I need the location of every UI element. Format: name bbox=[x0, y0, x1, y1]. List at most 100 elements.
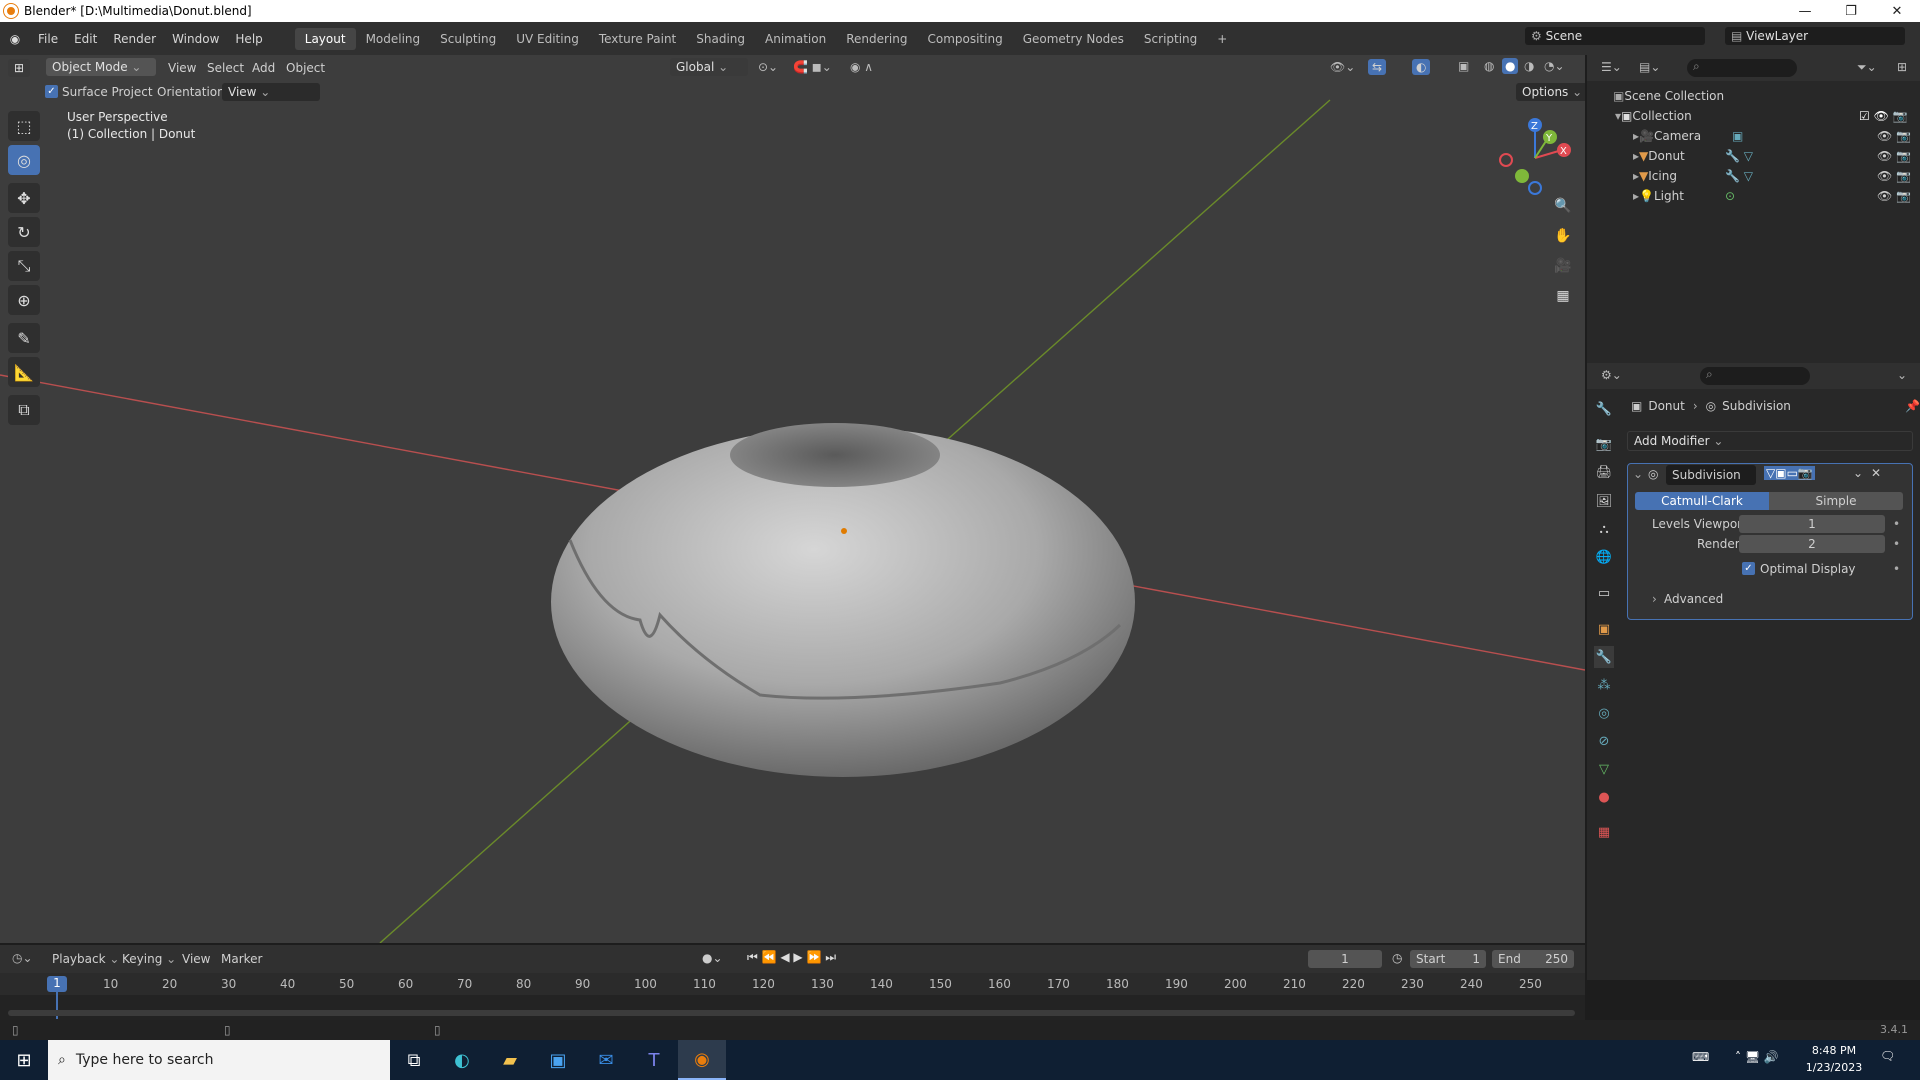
wireframe-shading-icon[interactable]: ◍ bbox=[1484, 59, 1494, 73]
keyframe-dot-icon[interactable]: • bbox=[1893, 517, 1900, 531]
zoom-icon[interactable]: 🔍 bbox=[1550, 193, 1576, 219]
tab-animation[interactable]: Animation bbox=[755, 28, 836, 50]
ortho-grid-icon[interactable]: ▦ bbox=[1550, 283, 1576, 309]
levels-viewport-field[interactable]: 1 bbox=[1739, 515, 1885, 533]
camera-visibility-icon[interactable]: 👁 📷 bbox=[1877, 129, 1911, 143]
tab-rendering[interactable]: Rendering bbox=[836, 28, 917, 50]
render-tab-icon[interactable]: 📷 bbox=[1594, 433, 1614, 455]
particles-tab-icon[interactable]: ⁂ bbox=[1594, 674, 1614, 696]
collection-tab-icon[interactable]: ▭ bbox=[1594, 582, 1614, 604]
object-mode-dropdown[interactable]: Object Mode bbox=[46, 58, 156, 76]
start-frame-field[interactable]: Start 1 bbox=[1410, 950, 1486, 968]
keyboard-icon[interactable]: ⌨ bbox=[1692, 1050, 1709, 1064]
tab-texture-paint[interactable]: Texture Paint bbox=[589, 28, 686, 50]
menu-edit[interactable]: Edit bbox=[66, 32, 105, 46]
record-icon[interactable]: ●⌄ bbox=[702, 951, 723, 965]
modifier-name-field[interactable]: Subdivision bbox=[1666, 465, 1756, 485]
add-workspace-icon[interactable]: + bbox=[1207, 28, 1237, 50]
current-frame-field[interactable]: 1 bbox=[1308, 950, 1382, 968]
clock-time[interactable]: 8:48 PM bbox=[1808, 1044, 1860, 1057]
visibility-icon[interactable]: 👁⌄ bbox=[1330, 60, 1355, 74]
world-tab-icon[interactable]: 🌐 bbox=[1594, 546, 1614, 568]
pivot-point-icon[interactable]: ⊙⌄ bbox=[758, 60, 778, 74]
output-tab-icon[interactable]: 🖨 bbox=[1594, 461, 1614, 483]
view-layer-tab-icon[interactable]: 🖼 bbox=[1594, 490, 1614, 512]
menu-help[interactable]: Help bbox=[227, 32, 270, 46]
tab-layout[interactable]: Layout bbox=[294, 27, 356, 50]
menu-view[interactable]: View bbox=[168, 61, 196, 75]
modifier-tab-icon[interactable]: 🔧 bbox=[1594, 646, 1614, 668]
outliner-row-light[interactable]: ▸ 💡 Light ⊙ 👁 📷 bbox=[1587, 186, 1920, 206]
taskbar-search-box[interactable]: ⌕ Type here to search bbox=[48, 1040, 390, 1080]
task-view-icon[interactable]: ⧉ bbox=[390, 1040, 438, 1080]
editor-type-icon[interactable]: ⊞ bbox=[8, 59, 31, 77]
new-collection-icon[interactable]: ⊞ bbox=[1897, 60, 1907, 74]
navigation-gizmo[interactable]: Z X Y bbox=[1490, 113, 1580, 203]
render-levels-field[interactable]: 2 bbox=[1739, 535, 1885, 553]
store-icon[interactable]: ▣ bbox=[534, 1040, 582, 1080]
pin-icon[interactable]: 📌 bbox=[1905, 399, 1920, 413]
view-menu[interactable]: View bbox=[182, 952, 210, 966]
outliner-row-scene-collection[interactable]: ▣ Scene Collection bbox=[1587, 86, 1920, 106]
outliner-row-icing[interactable]: ▸ ▼ Icing 🔧 ▽ 👁 📷 bbox=[1587, 166, 1920, 186]
tab-compositing[interactable]: Compositing bbox=[917, 28, 1012, 50]
scale-tool-icon[interactable]: ⤡ bbox=[8, 251, 40, 281]
expand-arrow-icon[interactable]: › bbox=[1652, 592, 1657, 606]
proportional-edit-icon[interactable]: ◉ ∧ bbox=[850, 60, 873, 74]
menu-window[interactable]: Window bbox=[164, 32, 227, 46]
keyframe-dot-icon[interactable]: • bbox=[1893, 537, 1900, 551]
data-tab-icon[interactable]: ▽ bbox=[1594, 758, 1614, 780]
menu-file[interactable]: File bbox=[30, 32, 66, 46]
object-tab-icon[interactable]: ▣ bbox=[1594, 618, 1614, 640]
transform-tool-icon[interactable]: ⊕ bbox=[8, 285, 40, 315]
close-icon[interactable]: ✕ bbox=[1874, 0, 1920, 22]
xray-icon[interactable]: ▣ bbox=[1458, 59, 1469, 73]
tab-uv-editing[interactable]: UV Editing bbox=[506, 28, 589, 50]
add-cube-tool-icon[interactable]: ⧉ bbox=[8, 395, 40, 425]
solid-shading-icon[interactable]: ● bbox=[1502, 58, 1519, 74]
overlays-icon[interactable]: ◐ bbox=[1412, 59, 1431, 75]
pan-hand-icon[interactable]: ✋ bbox=[1550, 223, 1576, 249]
edge-icon[interactable]: ◐ bbox=[438, 1040, 486, 1080]
minimize-icon[interactable]: — bbox=[1782, 0, 1828, 22]
marker-menu[interactable]: Marker bbox=[221, 952, 262, 966]
modifier-dropdown-icon[interactable]: ⌄ bbox=[1853, 466, 1863, 480]
3d-viewport[interactable]: ⊞ Object Mode View Select Add Object Glo… bbox=[0, 55, 1585, 943]
tab-sculpting[interactable]: Sculpting bbox=[430, 28, 506, 50]
on-cage-icon[interactable]: ▽▣▭📷 bbox=[1764, 466, 1815, 480]
keying-menu[interactable]: Keying bbox=[122, 952, 176, 966]
teams-icon[interactable]: T bbox=[630, 1040, 678, 1080]
blender-menu-icon[interactable]: ◉ bbox=[0, 32, 30, 46]
display-mode-icon[interactable]: ▤⌄ bbox=[1639, 60, 1660, 74]
menu-select[interactable]: Select bbox=[207, 61, 244, 75]
collapse-arrow-icon[interactable]: ⌄ bbox=[1633, 467, 1643, 481]
annotate-tool-icon[interactable]: ✎ bbox=[8, 323, 40, 353]
catmull-clark-button[interactable]: Catmull-Clark bbox=[1635, 492, 1769, 510]
light-visibility-icon[interactable]: 👁 📷 bbox=[1877, 189, 1911, 203]
select-box-tool-icon[interactable]: ⬚ bbox=[8, 111, 40, 141]
tab-geometry-nodes[interactable]: Geometry Nodes bbox=[1013, 28, 1134, 50]
orientation-dropdown[interactable]: View bbox=[222, 83, 320, 101]
tab-shading[interactable]: Shading bbox=[686, 28, 755, 50]
timeline-editor-icon[interactable]: ◷⌄ bbox=[12, 951, 33, 965]
clock-date[interactable]: 1/23/2023 bbox=[1803, 1061, 1865, 1074]
timeline-scrollbar[interactable] bbox=[8, 1010, 1575, 1016]
properties-search[interactable]: ⌕ bbox=[1700, 367, 1810, 385]
remove-modifier-icon[interactable]: ✕ bbox=[1871, 466, 1881, 480]
notifications-icon[interactable]: 🗨 bbox=[1880, 1049, 1895, 1063]
clock-icon[interactable]: ◷ bbox=[1392, 951, 1402, 965]
measure-tool-icon[interactable]: 📐 bbox=[8, 357, 40, 387]
icing-visibility-icon[interactable]: 👁 📷 bbox=[1877, 169, 1911, 183]
tool-tab-icon[interactable]: 🔧 bbox=[1594, 398, 1614, 420]
blender-taskbar-icon[interactable]: ◉ bbox=[678, 1040, 726, 1080]
playback-menu[interactable]: Playback bbox=[52, 952, 119, 966]
optimal-display-checkbox[interactable]: ✓ bbox=[1742, 562, 1755, 575]
menu-object[interactable]: Object bbox=[286, 61, 325, 75]
menu-render[interactable]: Render bbox=[105, 32, 164, 46]
tab-modeling[interactable]: Modeling bbox=[356, 28, 431, 50]
material-tab-icon[interactable]: ● bbox=[1594, 786, 1614, 808]
frame-ruler[interactable]: 1 10 20 30 40 50 60 70 80 90 100 110 120 130 140 150 16… bbox=[0, 973, 1585, 995]
menu-add[interactable]: Add bbox=[252, 61, 275, 75]
physics-tab-icon[interactable]: ◎ bbox=[1594, 702, 1614, 724]
playback-controls-icon[interactable]: ⏮ ⏪ ◀ ▶ ⏩ ⏭ bbox=[747, 950, 836, 965]
